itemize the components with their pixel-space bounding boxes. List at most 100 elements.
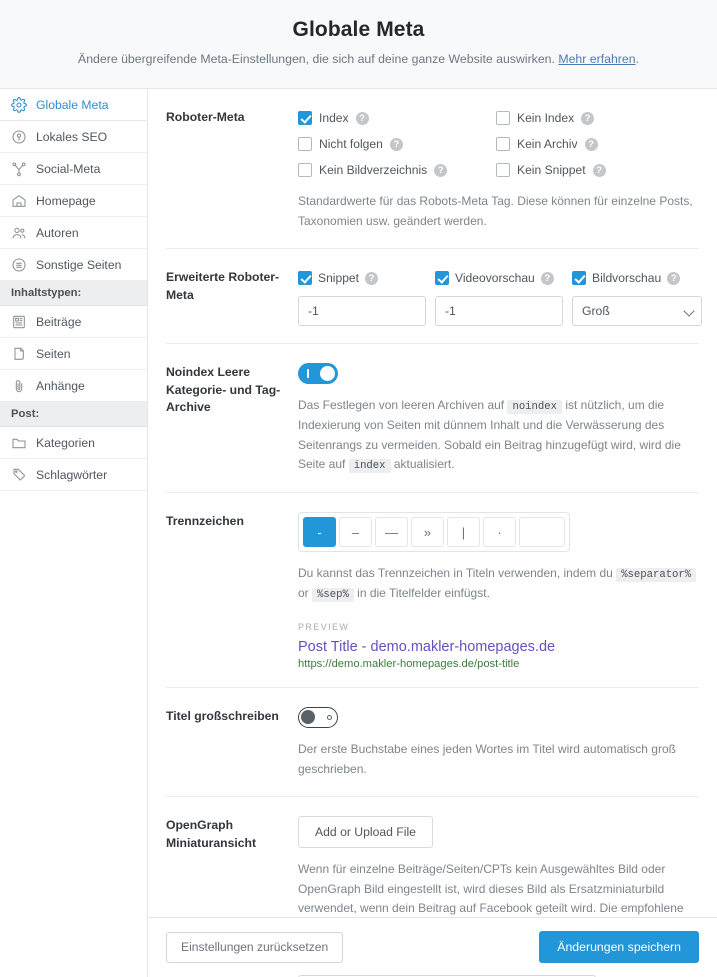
- setting-row-separator: Trennzeichen - – — » | · Du kannst das T…: [166, 493, 699, 689]
- upload-file-button[interactable]: Add or Upload File: [298, 816, 433, 849]
- users-icon: [11, 225, 27, 241]
- setting-row-noindex-empty-archives: Noindex Leere Kategorie- und Tag-Archive…: [166, 344, 699, 494]
- reset-settings-button[interactable]: Einstellungen zurücksetzen: [166, 931, 344, 963]
- advanced-field-header[interactable]: Snippet ?: [298, 268, 430, 288]
- settings-list: Roboter-Meta Index ? Nicht folgen ? Kein…: [148, 89, 717, 977]
- page-subtitle-period: .: [635, 52, 639, 66]
- sidebar-item-label: Seiten: [36, 346, 71, 361]
- help-icon[interactable]: ?: [434, 163, 448, 177]
- checkbox-nofollow[interactable]: [298, 137, 312, 152]
- row-label: Titel großschreiben: [166, 709, 279, 724]
- checkbox-noindex[interactable]: [496, 111, 510, 126]
- robots-checkbox-grid: Index ? Nicht folgen ? Kein Bildverzeich…: [298, 108, 699, 180]
- desc-part-1: Das Festlegen von leeren Archiven auf: [298, 398, 505, 413]
- sidebar-item-kategorien[interactable]: Kategorien: [0, 427, 147, 460]
- help-icon[interactable]: ?: [667, 271, 681, 285]
- code-index: index: [348, 459, 391, 474]
- checkbox-snippet[interactable]: [298, 271, 312, 286]
- share-icon: [11, 161, 27, 177]
- checkbox-label: Kein Bildverzeichnis: [319, 163, 428, 178]
- row-label: Erweiterte Roboter-Meta: [166, 270, 280, 302]
- sidebar-item-anhaenge[interactable]: Anhänge: [0, 370, 147, 403]
- checkbox-noimageindex[interactable]: [298, 163, 312, 178]
- checkbox-index[interactable]: [298, 111, 312, 126]
- help-icon[interactable]: ?: [592, 163, 606, 177]
- row-field: Das Festlegen von leeren Archiven auf no…: [298, 363, 699, 475]
- row-field: Index ? Nicht folgen ? Kein Bildverzeich…: [298, 108, 699, 231]
- sidebar-item-label: Schlagwörter: [36, 467, 108, 482]
- help-icon[interactable]: ?: [389, 137, 403, 151]
- checkbox-row-noindex[interactable]: Kein Index ?: [496, 108, 694, 128]
- separator-option-guillemet[interactable]: »: [411, 517, 444, 548]
- toggle-title-capitalize[interactable]: [298, 707, 338, 729]
- toggle-knob: [320, 366, 335, 382]
- robots-meta-description: Standardwerte für das Robots-Meta Tag. D…: [298, 194, 693, 228]
- advanced-field-header[interactable]: Bildvorschau ?: [572, 268, 704, 288]
- separator-option-custom[interactable]: [519, 517, 565, 548]
- separator-option-pipe[interactable]: |: [447, 517, 480, 548]
- video-preview-input[interactable]: [435, 296, 563, 327]
- toggle-knob: [301, 710, 315, 725]
- help-icon[interactable]: ?: [584, 137, 598, 151]
- separator-option-emdash[interactable]: —: [375, 517, 408, 548]
- help-icon[interactable]: ?: [355, 111, 369, 125]
- home-icon: [11, 193, 27, 209]
- checkbox-label: Kein Index: [517, 111, 575, 126]
- checkbox-row-nofollow[interactable]: Nicht folgen ?: [298, 134, 496, 154]
- advanced-field-snippet: Snippet ?: [298, 268, 430, 327]
- checkbox-video-preview[interactable]: [435, 271, 449, 286]
- sidebar-item-label: Autoren: [36, 225, 79, 240]
- advanced-robots-grid: Snippet ? Videovorschau ?: [298, 268, 702, 327]
- page-header: Globale Meta Ändere übergreifende Meta-E…: [0, 0, 717, 90]
- snippet-input[interactable]: [298, 296, 426, 327]
- desc-part-1: Du kannst das Trennzeichen in Titeln ver…: [298, 566, 613, 581]
- checkbox-nosnippet[interactable]: [496, 163, 510, 178]
- sidebar-item-social-meta[interactable]: Social-Meta: [0, 153, 147, 186]
- checkbox-row-index[interactable]: Index ?: [298, 108, 496, 128]
- map-pin-icon: [11, 129, 27, 145]
- setting-row-advanced-robots-meta: Erweiterte Roboter-Meta Snippet ? -1 Vid…: [166, 249, 702, 345]
- checkbox-row-noarchive[interactable]: Kein Archiv ?: [496, 134, 694, 154]
- advanced-field-image-preview: Bildvorschau ? Groß: [572, 268, 704, 327]
- sidebar-item-sonstige-seiten[interactable]: Sonstige Seiten: [0, 249, 147, 282]
- help-icon[interactable]: ?: [365, 271, 379, 285]
- advanced-field-header[interactable]: Videovorschau ?: [435, 268, 567, 288]
- sidebar-group-heading-contenttypes: Inhaltstypen:: [0, 281, 147, 307]
- checkbox-row-noimageindex[interactable]: Kein Bildverzeichnis ?: [298, 160, 496, 180]
- sidebar-item-beitraege[interactable]: Beiträge: [0, 306, 147, 339]
- sidebar-item-globale-meta[interactable]: Globale Meta: [0, 89, 147, 122]
- checkbox-noarchive[interactable]: [496, 137, 510, 152]
- desc-part-2: or: [298, 586, 309, 601]
- sidebar-item-seiten[interactable]: Seiten: [0, 338, 147, 371]
- row-label: Noindex Leere Kategorie- und Tag-Archive: [166, 365, 281, 415]
- checkbox-image-preview[interactable]: [572, 271, 586, 286]
- separator-button-group: - – — » | ·: [298, 512, 570, 553]
- sidebar-item-homepage[interactable]: Homepage: [0, 185, 147, 218]
- code-noindex: noindex: [507, 400, 562, 415]
- help-icon[interactable]: ?: [540, 271, 554, 285]
- tag-icon: [11, 467, 27, 483]
- preview-url: https://demo.makler-homepages.de/post-ti…: [298, 658, 520, 671]
- sidebar-item-schlagwoerter[interactable]: Schlagwörter: [0, 459, 147, 492]
- save-changes-button[interactable]: Änderungen speichern: [539, 931, 699, 963]
- checkbox-label: Index: [319, 111, 349, 126]
- separator-option-hyphen[interactable]: -: [303, 517, 336, 548]
- toggle-noindex-empty-archives[interactable]: [298, 363, 338, 385]
- setting-row-title-capitalize: Titel großschreiben Der erste Buchstabe …: [166, 688, 699, 798]
- sidebar-item-label: Lokales SEO: [36, 129, 108, 144]
- checkbox-label: Snippet: [318, 271, 360, 286]
- help-icon[interactable]: ?: [581, 111, 595, 125]
- sidebar-item-label: Kategorien: [36, 435, 95, 450]
- folder-icon: [11, 435, 27, 451]
- separator-option-middot[interactable]: ·: [483, 517, 516, 548]
- checkbox-row-nosnippet[interactable]: Kein Snippet ?: [496, 160, 694, 180]
- sidebar-item-autoren[interactable]: Autoren: [0, 217, 147, 250]
- learn-more-link[interactable]: Mehr erfahren: [558, 52, 635, 66]
- sidebar: Globale Meta Lokales SEO Social-Meta Hom…: [0, 89, 148, 977]
- checkbox-label: Videovorschau: [455, 271, 535, 286]
- sidebar-item-lokales-seo[interactable]: Lokales SEO: [0, 121, 147, 154]
- gear-icon: [11, 96, 27, 113]
- row-field: Snippet ? Videovorschau ?: [298, 268, 702, 327]
- image-preview-select[interactable]: Groß: [572, 296, 702, 327]
- separator-option-endash[interactable]: –: [339, 517, 372, 548]
